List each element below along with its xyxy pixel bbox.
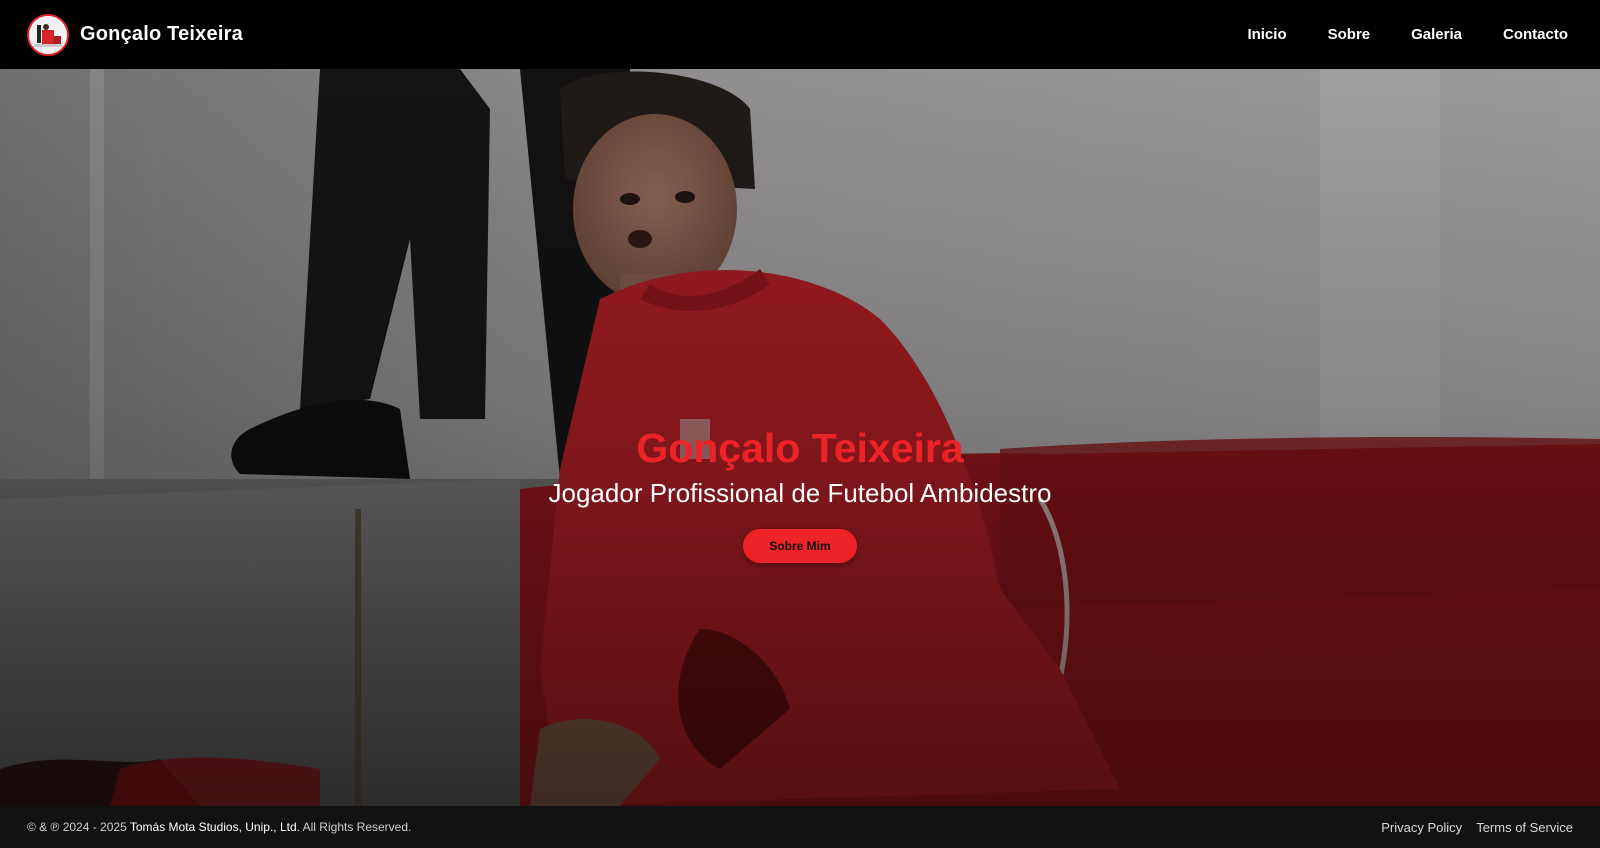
- footer-links: Privacy Policy Terms of Service: [1381, 820, 1573, 835]
- about-me-button[interactable]: Sobre Mim: [743, 528, 857, 563]
- footer-copyright: © & ℗ 2024 - 2025 Tomás Mota Studios, Un…: [27, 820, 411, 834]
- hero-subtitle: Jogador Profissional de Futebol Ambidest…: [548, 478, 1052, 509]
- hero-title: Gonçalo Teixeira: [636, 425, 964, 471]
- nav-link-contacto[interactable]: Contacto: [1503, 26, 1568, 43]
- main-nav: Inicio Sobre Galeria Contacto: [1206, 26, 1568, 43]
- hero-content: Gonçalo Teixeira Jogador Profissional de…: [0, 425, 1600, 563]
- nav-link-galeria[interactable]: Galeria: [1411, 26, 1462, 43]
- nav-link-inicio[interactable]: Inicio: [1247, 26, 1286, 43]
- brand[interactable]: Gonçalo Teixeira: [27, 13, 243, 56]
- top-navbar: Gonçalo Teixeira Inicio Sobre Galeria Co…: [0, 0, 1600, 69]
- nav-link-sobre[interactable]: Sobre: [1328, 26, 1371, 43]
- brand-name[interactable]: Gonçalo Teixeira: [80, 23, 243, 46]
- site-footer: © & ℗ 2024 - 2025 Tomás Mota Studios, Un…: [0, 806, 1600, 848]
- privacy-policy-link[interactable]: Privacy Policy: [1381, 820, 1462, 835]
- rights-text: All Rights Reserved.: [302, 820, 412, 834]
- player-logo-icon[interactable]: [27, 13, 69, 56]
- terms-of-service-link[interactable]: Terms of Service: [1476, 820, 1573, 835]
- copyright-prefix: © & ℗ 2024 - 2025: [27, 820, 127, 834]
- company-name: Tomás Mota Studios, Unip., Ltd.: [129, 820, 300, 834]
- hero-section: Gonçalo Teixeira Jogador Profissional de…: [0, 69, 1600, 806]
